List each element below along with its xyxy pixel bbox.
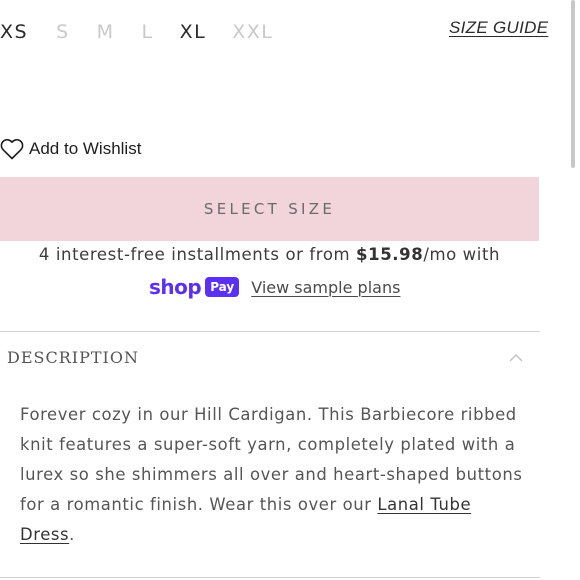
size-guide-link[interactable]: SIZE GUIDE [449,18,548,38]
select-size-button[interactable]: SELECT SIZE [0,177,539,241]
heart-outline-icon [0,138,24,160]
installments-suffix: /mo with [423,245,501,264]
installments-prefix: 4 interest-free installments or from [38,245,357,264]
shop-pay-logo: shop [149,275,202,299]
description-title: DESCRIPTION [7,348,139,367]
description-accordion-header[interactable]: DESCRIPTION [0,333,540,385]
divider-bottom [0,577,540,578]
installments-text: 4 interest-free installments or from $15… [0,245,539,264]
description-text: Forever cozy in our Hill Cardigan. This … [20,400,530,550]
wishlist-label: Add to Wishlist [29,139,142,158]
size-option-xxl[interactable]: XXL [232,21,273,43]
size-selector: XS S M L XL XXL [0,18,273,46]
size-option-l[interactable]: L [142,21,154,43]
size-option-m[interactable]: M [97,21,115,43]
description-end: . [69,525,75,544]
chevron-up-icon [509,353,523,362]
size-option-xl[interactable]: XL [180,21,207,43]
scrollbar[interactable] [571,0,575,168]
size-option-xs[interactable]: XS [0,21,28,43]
size-option-s[interactable]: S [56,21,70,43]
add-to-wishlist-button[interactable]: Add to Wishlist [0,137,141,161]
shop-pay-badge: Pay [205,277,240,297]
divider [0,331,540,332]
view-sample-plans-link[interactable]: View sample plans [251,278,400,297]
shop-pay-row: shop Pay View sample plans [149,274,400,300]
installment-price: $15.98 [356,245,424,264]
